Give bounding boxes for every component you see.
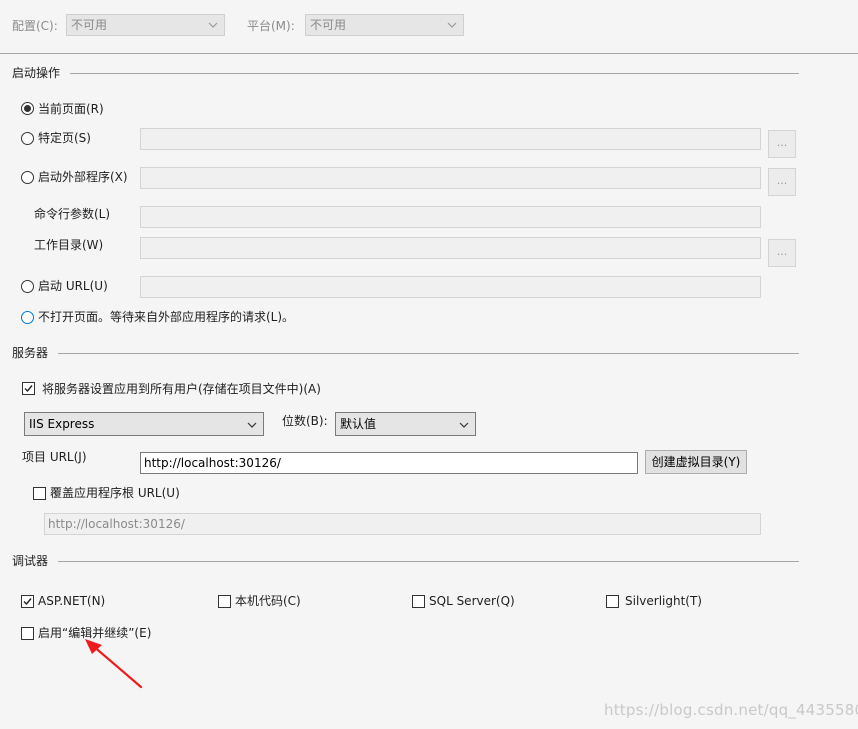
chevron-down-icon [459, 422, 469, 428]
silverlight-checkbox[interactable] [606, 595, 619, 608]
radio-start-url[interactable] [21, 280, 34, 293]
native-code-checkbox[interactable] [218, 595, 231, 608]
server-header: 服务器 [12, 346, 49, 360]
native-code-label: 本机代码(C) [235, 594, 301, 608]
configuration-dropdown[interactable]: 不可用 [66, 14, 225, 36]
watermark-text: https://blog.csdn.net/qq_44355809 [604, 701, 858, 719]
cmd-args-input[interactable] [140, 206, 761, 228]
chevron-down-icon [447, 22, 457, 28]
debuggers-rule [58, 561, 799, 562]
start-action-rule [70, 73, 799, 74]
radio-start-external[interactable] [21, 171, 34, 184]
config-divider [0, 53, 858, 54]
working-dir-input[interactable] [140, 237, 761, 259]
start-url-label: 启动 URL(U) [38, 279, 108, 293]
sql-server-checkbox[interactable] [412, 595, 425, 608]
platform-label: 平台(M): [247, 19, 295, 33]
checkmark-icon [24, 385, 33, 393]
working-dir-label: 工作目录(W) [34, 238, 104, 252]
chevron-down-icon [208, 22, 218, 28]
configuration-label: 配置(C): [12, 19, 58, 33]
chevron-down-icon [247, 422, 257, 428]
bitness-value: 默认值 [340, 417, 377, 431]
current-page-label: 当前页面(R) [38, 102, 104, 116]
cmd-args-label: 命令行参数(L) [34, 207, 111, 221]
aspnet-label: ASP.NET(N) [38, 594, 106, 608]
apply-all-users-checkbox[interactable] [22, 382, 35, 395]
server-type-value: IIS Express [29, 417, 95, 431]
start-url-input[interactable] [140, 276, 761, 298]
platform-value: 不可用 [310, 18, 347, 32]
start-external-label: 启动外部程序(X) [38, 170, 128, 184]
radio-dont-open[interactable] [21, 311, 34, 324]
bitness-dropdown[interactable]: 默认值 [335, 412, 476, 436]
override-root-input[interactable]: http://localhost:30126/ [44, 513, 761, 535]
edit-continue-checkbox[interactable] [21, 627, 34, 640]
override-root-label: 覆盖应用程序根 URL(U) [50, 486, 180, 500]
specific-page-input[interactable] [140, 128, 761, 150]
create-virtual-directory-button[interactable]: 创建虚拟目录(Y) [645, 450, 747, 474]
aspnet-checkbox[interactable] [21, 595, 34, 608]
dont-open-label: 不打开页面。等待来自外部应用程序的请求(L)。 [38, 310, 295, 324]
specific-page-label: 特定页(S) [38, 131, 91, 145]
configuration-value: 不可用 [71, 18, 108, 32]
radio-current-page[interactable] [21, 102, 34, 115]
radio-specific-page[interactable] [21, 132, 34, 145]
override-root-checkbox[interactable] [33, 487, 46, 500]
platform-dropdown[interactable]: 不可用 [305, 14, 464, 36]
project-url-label: 项目 URL(J) [22, 450, 87, 464]
working-dir-browse-button[interactable]: ... [768, 239, 796, 267]
specific-page-browse-button[interactable]: ... [768, 130, 796, 158]
silverlight-label: Silverlight(T) [625, 594, 702, 608]
debuggers-header: 调试器 [12, 554, 49, 568]
start-action-header: 启动操作 [12, 66, 61, 80]
external-program-browse-button[interactable]: ... [768, 168, 796, 196]
bitness-label: 位数(B): [282, 414, 328, 428]
external-program-input[interactable] [140, 167, 761, 189]
project-url-input[interactable]: http://localhost:30126/ [140, 452, 638, 474]
server-rule [58, 353, 799, 354]
checkmark-icon [23, 598, 32, 606]
annotation-arrow-icon [85, 639, 143, 689]
sql-server-label: SQL Server(Q) [429, 594, 515, 608]
apply-all-users-label: 将服务器设置应用到所有用户(存储在项目文件中)(A) [42, 382, 321, 396]
server-type-dropdown[interactable]: IIS Express [24, 412, 264, 436]
